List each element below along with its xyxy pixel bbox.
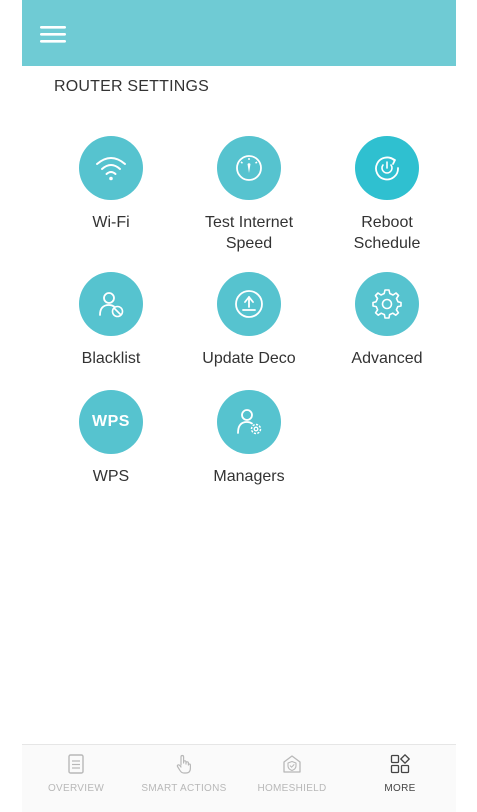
nav-item-smart-actions[interactable]: SMART ACTIONS	[130, 753, 238, 809]
tile-label: Blacklist	[81, 350, 141, 367]
tile-icon-circle	[355, 272, 419, 336]
top-bar	[22, 0, 456, 66]
tile-label: Managers	[213, 468, 285, 485]
tile-managers[interactable]: Managers	[180, 390, 318, 520]
app-frame: ROUTER SETTINGS Wi-Fi Test Internet Spee…	[22, 0, 456, 812]
upload-icon	[235, 290, 263, 318]
nav-item-more[interactable]: MORE	[346, 753, 454, 809]
hand-tap-icon	[176, 754, 191, 774]
home-shield-icon	[283, 755, 301, 773]
gear-icon	[372, 289, 402, 319]
grid-more-icon	[390, 754, 410, 774]
tile-icon-circle	[217, 136, 281, 200]
nav-label: HOMESHIELD	[257, 783, 327, 794]
reboot-icon	[375, 156, 399, 181]
menu-button[interactable]	[36, 20, 70, 48]
nav-item-homeshield[interactable]: HOMESHIELD	[238, 753, 346, 809]
wps-icon: WPS	[92, 413, 130, 430]
bottom-nav: OVERVIEW SMART ACTIONS HOMESHIELD MORE	[22, 744, 456, 812]
wifi-icon	[96, 157, 126, 181]
nav-item-overview[interactable]: OVERVIEW	[22, 753, 130, 809]
tile-label: Test Internet Speed	[204, 214, 294, 252]
tile-icon-circle	[217, 272, 281, 336]
tile-wps[interactable]: WPS WPS	[42, 390, 180, 520]
tile-label: WPS	[92, 468, 130, 485]
tile-icon-circle	[217, 390, 281, 454]
phone-screen: ROUTER SETTINGS Wi-Fi Test Internet Spee…	[0, 0, 477, 812]
blocked-user-icon	[99, 292, 124, 318]
user-gear-icon	[237, 409, 262, 435]
tile-icon-circle	[355, 136, 419, 200]
tile-blacklist[interactable]: Blacklist	[42, 272, 180, 402]
document-icon	[68, 754, 84, 774]
tile-update-deco[interactable]: Update Deco	[180, 272, 318, 402]
tile-advanced[interactable]: Advanced	[318, 272, 456, 402]
tile-icon-circle	[79, 136, 143, 200]
tile-label: Wi-Fi	[92, 214, 130, 231]
tile-wifi[interactable]: Wi-Fi	[42, 136, 180, 266]
speedometer-icon	[236, 155, 262, 181]
tile-label: Update Deco	[202, 350, 296, 367]
tile-label: Reboot Schedule	[353, 214, 421, 252]
tile-icon-circle	[79, 272, 143, 336]
nav-label: SMART ACTIONS	[141, 783, 227, 794]
hamburger-icon	[40, 26, 66, 43]
tile-reboot-schedule[interactable]: Reboot Schedule	[318, 136, 456, 266]
nav-label: OVERVIEW	[47, 783, 105, 794]
tile-label: Advanced	[351, 350, 423, 367]
tile-icon-circle: WPS	[79, 390, 143, 454]
section-title: ROUTER SETTINGS	[54, 78, 210, 95]
nav-label: MORE	[384, 783, 416, 794]
tile-test-internet-speed[interactable]: Test Internet Speed	[180, 136, 318, 266]
